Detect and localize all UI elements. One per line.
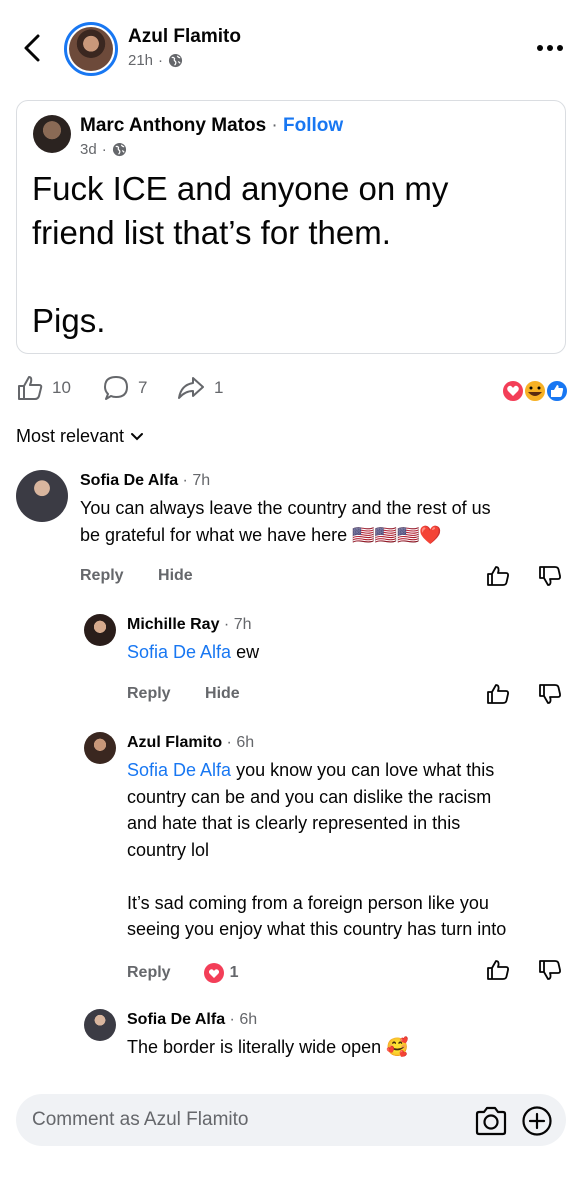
post-time[interactable]: 21h: [128, 52, 153, 69]
comment-text: Sofia De Alfa ew: [127, 639, 567, 666]
add-attachment-icon[interactable]: [521, 1105, 553, 1137]
comment-text: Sofia De Alfa you know you can love what…: [127, 757, 572, 943]
shared-post-meta: 3d ·: [80, 141, 127, 158]
follow-separator: ·: [266, 115, 284, 136]
globe-icon: [112, 142, 126, 157]
commenter-avatar[interactable]: [84, 614, 116, 646]
like-button[interactable]: 10: [16, 374, 71, 402]
comment-text-body: you know you can love what this country …: [127, 760, 507, 939]
comment-actions: Reply 1: [127, 962, 238, 984]
comment-text-body: ew: [231, 642, 260, 662]
post-meta: 21h ·: [128, 52, 183, 69]
more-options-icon[interactable]: [532, 38, 568, 58]
chevron-down-icon: [131, 432, 144, 440]
comment-reply: Azul Flamito · 6h Sofia De Alfa you know…: [0, 728, 579, 988]
shared-post-text: Fuck ICE and anyone on my friend list th…: [32, 170, 449, 339]
thumbs-up-icon[interactable]: [486, 682, 510, 706]
comment-time: · 6h: [225, 1011, 258, 1028]
comment-time: · 7h: [178, 472, 211, 489]
mention-link[interactable]: Sofia De Alfa: [127, 642, 231, 662]
reply-button[interactable]: Reply: [80, 567, 124, 584]
commenter-name[interactable]: Sofia De Alfa: [127, 1011, 225, 1028]
commenter-avatar[interactable]: [16, 470, 68, 522]
mention-link[interactable]: Sofia De Alfa: [127, 760, 231, 780]
share-count: 1: [214, 378, 224, 397]
thumbs-down-icon[interactable]: [538, 682, 562, 706]
camera-icon[interactable]: [474, 1106, 508, 1136]
like-icon: [18, 376, 43, 400]
commenter-line: Azul Flamito · 6h: [127, 734, 254, 752]
love-reaction-icon[interactable]: [203, 962, 225, 984]
reply-button[interactable]: Reply: [127, 964, 171, 982]
comment-count: 7: [138, 378, 148, 397]
thumbs-up-icon[interactable]: [486, 958, 510, 982]
reactions-summary[interactable]: [500, 378, 570, 404]
comment-icon: [104, 376, 128, 400]
reply-button[interactable]: Reply: [127, 685, 171, 702]
comment-actions: Reply Hide: [127, 685, 240, 703]
globe-icon: [168, 53, 183, 68]
hide-button[interactable]: Hide: [205, 685, 240, 702]
share-button[interactable]: 1: [176, 374, 223, 402]
comment-placeholder: Comment as Azul Flamito: [32, 1109, 249, 1130]
commenter-name[interactable]: Sofia De Alfa: [80, 472, 178, 489]
thumbs-down-icon[interactable]: [538, 958, 562, 982]
shared-meta-separator: ·: [101, 141, 107, 158]
comment-composer: Comment as Azul Flamito: [0, 1082, 579, 1200]
comment-button[interactable]: 7: [102, 374, 147, 402]
comment-reply: Michille Ray · 7h Sofia De Alfa ew Reply…: [0, 610, 579, 710]
like-count: 10: [52, 378, 71, 397]
shared-author-line: Marc Anthony Matos · Follow: [80, 115, 343, 137]
thumbs-up-icon[interactable]: [486, 564, 510, 588]
comment-text: You can always leave the country and the…: [80, 498, 491, 545]
author-avatar[interactable]: [64, 22, 118, 76]
comment-text: The border is literally wide open 🥰: [127, 1037, 409, 1057]
back-arrow-icon[interactable]: [18, 30, 48, 66]
post-action-bar: 10 7 1: [0, 370, 579, 410]
post-header: Azul Flamito 21h ·: [0, 0, 579, 90]
commenter-avatar[interactable]: [84, 1009, 116, 1041]
commenter-line: Michille Ray · 7h: [127, 616, 252, 634]
reaction-count: 1: [229, 964, 239, 981]
comment-reply: Sofia De Alfa · 6h The border is literal…: [0, 1005, 579, 1082]
comment-sort-dropdown[interactable]: Most relevant: [16, 426, 144, 447]
author-name[interactable]: Azul Flamito: [128, 26, 241, 48]
meta-separator: ·: [158, 52, 164, 69]
follow-button[interactable]: Follow: [283, 115, 343, 136]
thumbs-down-icon[interactable]: [538, 564, 562, 588]
commenter-name[interactable]: Azul Flamito: [127, 734, 222, 751]
commenter-line: Sofia De Alfa · 7h: [80, 472, 210, 490]
shared-author-avatar[interactable]: [33, 115, 71, 153]
comment: Sofia De Alfa · 7h You can always leave …: [0, 466, 579, 596]
shared-post-time[interactable]: 3d: [80, 141, 97, 158]
comment-time: · 6h: [222, 734, 255, 751]
hide-button[interactable]: Hide: [158, 567, 193, 584]
comment-actions: Reply Hide: [80, 567, 193, 585]
commenter-avatar[interactable]: [84, 732, 116, 764]
shared-author-name[interactable]: Marc Anthony Matos: [80, 115, 266, 136]
sort-label: Most relevant: [16, 426, 125, 446]
share-icon: [178, 377, 204, 399]
shared-post-card[interactable]: Marc Anthony Matos · Follow 3d · Fuck IC…: [16, 100, 566, 354]
comment-time: · 7h: [219, 616, 252, 633]
commenter-line: Sofia De Alfa · 6h: [127, 1011, 257, 1029]
commenter-name[interactable]: Michille Ray: [127, 616, 219, 633]
